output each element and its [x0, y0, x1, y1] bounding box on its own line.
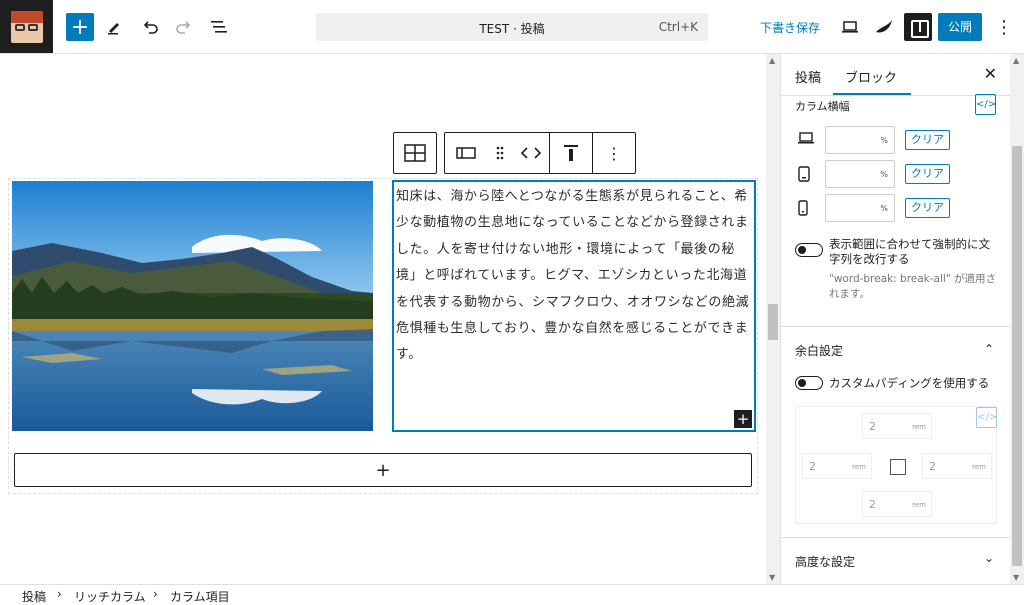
more-vertical-icon: ⋮ [606, 143, 622, 163]
block-controls-group: ⋮ [444, 132, 636, 174]
custom-padding-label: カスタムパディングを使用する [829, 376, 990, 390]
more-options-button[interactable]: ⋮ [990, 13, 1018, 41]
scroll-down-arrow-icon[interactable]: ▼ [769, 573, 775, 582]
landscape-image[interactable] [12, 181, 373, 431]
word-break-help: "word-break: break-all" が適用されます。 [829, 273, 996, 300]
plus-icon: + [375, 459, 391, 481]
scroll-up-arrow-icon[interactable]: ▲ [769, 56, 775, 65]
tablet-width-input[interactable]: % [825, 160, 895, 188]
preview-button[interactable] [836, 13, 864, 41]
drag-handle-icon[interactable] [487, 133, 513, 173]
breadcrumb-item-post[interactable]: 投稿 [22, 588, 46, 605]
mobile-width-input[interactable]: % [825, 194, 895, 222]
tab-block[interactable]: ブロック [832, 67, 912, 95]
site-icon-button[interactable] [0, 0, 53, 53]
document-overview-button[interactable] [205, 13, 233, 41]
align-top-icon [564, 145, 578, 161]
padding-link-icon: </> [976, 407, 997, 428]
command-palette-bar[interactable]: TEST · 投稿 Ctrl+K [316, 13, 708, 41]
plugin-button[interactable] [870, 13, 898, 41]
laptop-icon [842, 21, 858, 33]
document-title: TEST · 投稿 [479, 22, 545, 36]
undo-button[interactable] [136, 13, 164, 41]
canvas-scrollbar-thumb[interactable] [768, 304, 778, 340]
padding-right-input: 2 rem [922, 453, 992, 479]
shortcut-hint: Ctrl+K [658, 20, 698, 34]
tablet-clear-button[interactable]: クリア [905, 164, 950, 184]
link-toggle-icon[interactable]: </> [975, 94, 996, 115]
tab-post[interactable]: 投稿 [795, 67, 821, 86]
advanced-panel-title[interactable]: 高度な設定 [795, 553, 855, 570]
canvas-scrollbar[interactable]: ▲ ▼ [766, 54, 780, 584]
padding-box-control: </> 2 rem 2 rem 2 rem 2 rem [795, 406, 997, 524]
inline-add-block-button[interactable]: + [734, 410, 752, 428]
block-toolbar: ⋮ [393, 132, 636, 174]
list-view-icon [211, 21, 227, 33]
mobile-width-row: % クリア [795, 194, 1005, 222]
close-icon[interactable]: ✕ [984, 64, 997, 83]
sidebar-scrollbar-thumb[interactable] [1012, 146, 1022, 566]
mobile-icon [797, 200, 809, 220]
settings-sidebar: 投稿 ブロック ✕ カラム横幅 </> % クリア % クリア % クリア 表示… [780, 54, 1010, 584]
padding-top-input: 2 rem [862, 413, 932, 439]
parent-block-selector[interactable] [393, 132, 437, 174]
add-column-appender[interactable]: + [14, 453, 752, 487]
vertical-align-top-button[interactable] [550, 133, 592, 173]
block-options-button[interactable]: ⋮ [593, 133, 635, 173]
pen-icon [108, 23, 119, 35]
block-breadcrumb: 投稿 › リッチカラム › カラム項目 [0, 584, 1024, 605]
divider [781, 326, 1010, 327]
chevron-right-icon: › [153, 587, 158, 601]
more-vertical-icon: ⋮ [995, 16, 1013, 38]
word-break-toggle[interactable] [795, 243, 823, 257]
breadcrumb-item-column[interactable]: カラム項目 [170, 588, 230, 605]
spacing-panel-title[interactable]: 余白設定 [795, 342, 843, 359]
block-inserter-button[interactable]: + [66, 13, 94, 41]
publish-button[interactable]: 公開 [938, 13, 982, 41]
editor-top-bar: + TEST · 投稿 Ctrl+K 下書き保存 公開 ⋮ [0, 0, 1024, 54]
scroll-down-arrow-icon[interactable]: ▼ [1013, 573, 1019, 582]
mobile-clear-button[interactable]: クリア [905, 198, 950, 218]
chevron-up-icon[interactable]: ⌃ [984, 342, 994, 356]
desktop-width-input[interactable]: % [825, 126, 895, 154]
padding-bottom-input: 2 rem [862, 491, 932, 517]
column-block-icon[interactable] [445, 133, 487, 173]
move-arrows-icon[interactable] [513, 133, 549, 173]
word-break-label: 表示範囲に合わせて強制的に文字列を改行する [829, 237, 990, 266]
pen-tool-button[interactable] [100, 13, 128, 41]
chevron-down-icon[interactable]: ⌄ [984, 551, 994, 565]
columns-block-icon[interactable] [394, 133, 436, 173]
chevron-right-icon: › [57, 587, 62, 601]
padding-box-icon [885, 454, 909, 478]
desktop-width-row: % クリア [795, 126, 1005, 154]
desktop-icon [797, 132, 815, 148]
divider [781, 537, 1010, 538]
custom-padding-toggle[interactable] [795, 376, 823, 390]
redo-button[interactable] [170, 13, 198, 41]
tablet-icon [797, 166, 811, 186]
avatar [10, 10, 43, 43]
undo-icon [143, 21, 158, 34]
leaf-icon [876, 20, 892, 33]
breadcrumb-item-rich-columns[interactable]: リッチカラム [74, 588, 146, 605]
desktop-clear-button[interactable]: クリア [905, 130, 950, 150]
tablet-width-row: % クリア [795, 160, 1005, 188]
column-paragraph[interactable]: 知床は、海から陸へとつながる生態系が見られること、希少な動植物の生息地になってい… [396, 184, 752, 369]
sidebar-scrollbar[interactable]: ▲ ▼ [1010, 54, 1024, 584]
shiretoko-lake-photo [12, 181, 373, 431]
padding-left-input: 2 rem [802, 453, 872, 479]
scroll-up-arrow-icon[interactable]: ▲ [1013, 56, 1019, 65]
sidebar-tabs: 投稿 ブロック ✕ [781, 54, 1010, 96]
settings-sidebar-toggle[interactable] [904, 13, 932, 41]
redo-icon [176, 21, 191, 34]
selected-column[interactable]: 知床は、海から陸へとつながる生態系が見られること、希少な動植物の生息地になってい… [392, 180, 756, 432]
column-width-label: カラム横幅 [795, 100, 850, 113]
save-draft-button[interactable]: 下書き保存 [760, 19, 820, 36]
